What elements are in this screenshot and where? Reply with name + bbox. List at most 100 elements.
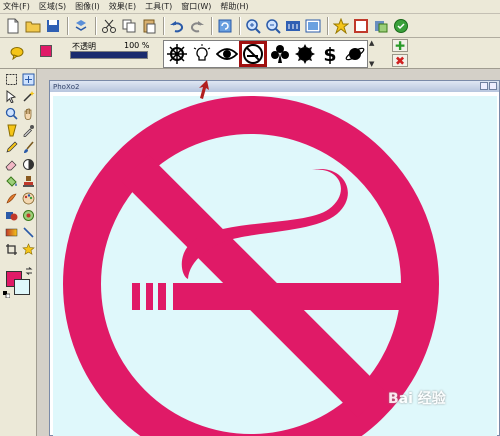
new-button[interactable] bbox=[4, 17, 22, 35]
menu-image[interactable]: 图像(I) bbox=[75, 1, 100, 12]
tool-line[interactable] bbox=[21, 225, 35, 239]
zoom-in-icon bbox=[246, 18, 261, 34]
tool-move[interactable] bbox=[21, 72, 35, 86]
cigarette-body bbox=[173, 283, 434, 310]
star-button[interactable] bbox=[332, 17, 350, 35]
star-icon bbox=[333, 17, 349, 34]
burst-icon bbox=[294, 44, 315, 64]
main-toolbar bbox=[0, 14, 500, 38]
shape-eye[interactable] bbox=[214, 41, 239, 67]
toolbar-divider bbox=[327, 16, 329, 35]
zoom-out-icon bbox=[266, 18, 281, 34]
tool-effect[interactable] bbox=[21, 208, 35, 222]
scan-button[interactable] bbox=[72, 17, 90, 35]
maximize-button[interactable] bbox=[489, 82, 497, 90]
zoom-icon bbox=[5, 107, 18, 120]
save-button[interactable] bbox=[44, 17, 62, 35]
tool-contrast[interactable] bbox=[21, 157, 35, 171]
tool-brush[interactable] bbox=[21, 140, 35, 154]
menu-help[interactable]: 帮助(H) bbox=[220, 1, 248, 12]
fit-window-button[interactable] bbox=[304, 17, 322, 35]
eraser-icon bbox=[5, 160, 16, 170]
cut-icon bbox=[102, 19, 116, 33]
tool-magic-wand[interactable] bbox=[21, 89, 35, 103]
color-swatch[interactable] bbox=[40, 45, 52, 57]
cigarette-ash-1 bbox=[132, 283, 140, 310]
dollar-icon: $ bbox=[323, 44, 336, 65]
frame-button[interactable] bbox=[352, 17, 370, 35]
shape-dollar[interactable]: $ bbox=[317, 41, 342, 67]
save-icon bbox=[47, 19, 59, 32]
fit-window-icon bbox=[305, 19, 321, 32]
tool-star[interactable] bbox=[21, 242, 35, 256]
cut-button[interactable] bbox=[100, 17, 118, 35]
menu-select[interactable]: 区域(S) bbox=[39, 1, 66, 12]
eyedropper-icon bbox=[23, 124, 34, 137]
image-window-titlebar: PhoXo2 bbox=[50, 81, 499, 92]
tool-fill[interactable] bbox=[4, 174, 18, 188]
minimize-button[interactable] bbox=[480, 82, 488, 90]
new-icon bbox=[7, 18, 19, 33]
shape-bulb[interactable] bbox=[189, 41, 214, 67]
tool-clone[interactable] bbox=[21, 174, 35, 188]
refresh-button[interactable] bbox=[216, 17, 234, 35]
scroll-up-icon[interactable]: ▲ bbox=[369, 40, 377, 47]
opacity-slider[interactable] bbox=[70, 51, 148, 59]
menu-effects[interactable]: 效果(E) bbox=[109, 1, 136, 12]
copy-button[interactable] bbox=[120, 17, 138, 35]
tool-eyedropper[interactable] bbox=[21, 123, 35, 137]
menu-window[interactable]: 窗口(W) bbox=[181, 1, 211, 12]
cancel-button[interactable]: ✖ bbox=[392, 54, 408, 67]
menu-file[interactable]: 文件(F) bbox=[3, 1, 30, 12]
toolbar-divider bbox=[67, 16, 69, 35]
menu-bar: 文件(F) 区域(S) 图像(I) 效果(E) 工具(T) 窗口(W) 帮助(H… bbox=[0, 0, 500, 14]
star-icon bbox=[21, 242, 35, 255]
tool-color-replace[interactable] bbox=[21, 191, 35, 205]
swap-colors-icon[interactable] bbox=[25, 267, 33, 275]
tool-hand[interactable] bbox=[21, 106, 35, 120]
apply-button[interactable]: ✚ bbox=[392, 39, 408, 52]
tool-smudge[interactable] bbox=[4, 191, 18, 205]
undo-button[interactable] bbox=[168, 17, 186, 35]
shape-no-smoking[interactable] bbox=[239, 41, 267, 67]
crop-icon bbox=[5, 243, 17, 255]
shape-planet[interactable] bbox=[342, 41, 367, 67]
eye-icon bbox=[215, 48, 238, 60]
shape-icon bbox=[5, 211, 17, 220]
cigarette-ash-3 bbox=[158, 283, 166, 310]
no-smoking-symbol bbox=[63, 96, 439, 436]
zoom-out-button[interactable] bbox=[264, 17, 282, 35]
shape-burst[interactable] bbox=[292, 41, 317, 67]
actual-size-button[interactable] bbox=[284, 17, 302, 35]
hand-icon bbox=[24, 108, 31, 120]
background-color[interactable] bbox=[14, 279, 30, 295]
shape-ship-wheel[interactable] bbox=[164, 41, 189, 67]
reset-colors-icon[interactable] bbox=[3, 291, 10, 298]
zoom-in-button[interactable] bbox=[244, 17, 262, 35]
tool-pointer[interactable] bbox=[4, 89, 18, 103]
open-button[interactable] bbox=[24, 17, 42, 35]
shape-scroll[interactable]: ▲ ▼ bbox=[369, 40, 377, 68]
redo-icon bbox=[190, 20, 204, 32]
tool-crop[interactable] bbox=[4, 242, 18, 256]
tool-gradient[interactable] bbox=[4, 225, 18, 239]
tool-pencil[interactable] bbox=[4, 140, 18, 154]
image-window-title: PhoXo2 bbox=[53, 82, 80, 91]
open-icon bbox=[25, 21, 41, 32]
tool-eraser[interactable] bbox=[4, 157, 18, 171]
web-button[interactable] bbox=[392, 17, 410, 35]
tool-text[interactable] bbox=[4, 123, 18, 137]
paste-button[interactable] bbox=[140, 17, 158, 35]
redo-button[interactable] bbox=[188, 17, 206, 35]
menu-tools[interactable]: 工具(T) bbox=[145, 1, 172, 12]
tool-shape[interactable] bbox=[4, 208, 18, 222]
shape-club[interactable] bbox=[267, 41, 292, 67]
export-button[interactable] bbox=[372, 17, 390, 35]
scan-icon bbox=[75, 19, 87, 31]
image-canvas[interactable] bbox=[53, 96, 497, 436]
tool-rect-select[interactable] bbox=[4, 72, 18, 86]
tool-zoom[interactable] bbox=[4, 106, 18, 120]
export-icon bbox=[375, 20, 388, 32]
scroll-down-icon[interactable]: ▼ bbox=[369, 61, 377, 68]
opacity-slider-fill bbox=[71, 52, 147, 58]
